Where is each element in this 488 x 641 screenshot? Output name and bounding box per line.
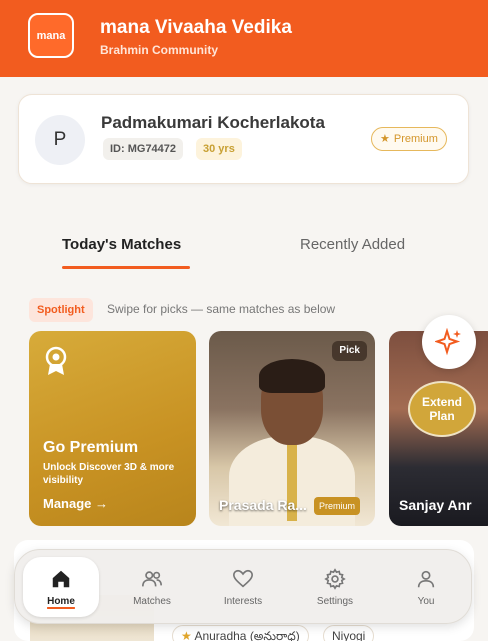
profile-name: Padmakumari Kocherlakota — [101, 113, 325, 132]
match-name: Sanjay Anr — [399, 497, 472, 513]
extend-plan-button[interactable]: Extend Plan — [408, 381, 476, 437]
star-icon: ★ — [181, 629, 195, 641]
app-header: mana mana Vivaaha Vedika Brahmin Communi… — [0, 0, 488, 77]
users-icon — [142, 571, 162, 587]
gear-icon — [324, 568, 346, 590]
go-premium-card[interactable]: Go Premium Unlock Discover 3D & more vis… — [29, 331, 196, 526]
match-card[interactable]: Pick Prasada Ra... Premium — [209, 331, 375, 526]
app-title: mana Vivaaha Vedika — [100, 17, 292, 38]
heart-icon — [233, 569, 253, 588]
nav-you-label: You — [417, 596, 435, 607]
go-premium-subtitle: Unlock Discover 3D & more visibility — [43, 462, 175, 486]
tab-recently-added[interactable]: Recently Added — [300, 236, 405, 253]
match-premium-badge: Premium — [314, 497, 361, 515]
nav-you[interactable]: You — [388, 550, 464, 625]
premium-badge[interactable]: ★ Premium — [371, 127, 447, 151]
match-tabs: Today's Matches Recently Added — [0, 225, 488, 275]
bottom-nav: Home Matches Interests Settings You — [14, 549, 472, 624]
nav-interests-label: Interests — [223, 596, 263, 607]
active-tab-indicator — [62, 266, 190, 269]
sparkle-icon — [435, 328, 461, 356]
nav-matches-label: Matches — [133, 596, 171, 607]
extend-plan-line2: Plan — [429, 409, 455, 423]
profile-card[interactable]: P Padmakumari Kocherlakota ID: MG74472 3… — [18, 94, 469, 184]
match-name: Prasada Ra... — [219, 497, 307, 513]
app-logo: mana — [28, 13, 74, 58]
manage-link[interactable]: Manage → — [43, 496, 108, 511]
nav-settings[interactable]: Settings — [297, 550, 373, 625]
nav-settings-label: Settings — [316, 596, 354, 607]
nav-home-label: Home — [47, 595, 75, 607]
nakshatra-label: Anuradha (అనురాధ) — [194, 629, 300, 641]
spotlight-tag: Spotlight — [29, 298, 93, 322]
person-icon — [417, 570, 435, 588]
app-subtitle: Brahmin Community — [100, 43, 219, 57]
community-chip: Niyogi — [323, 625, 375, 641]
go-premium-title: Go Premium — [43, 439, 139, 456]
manage-label: Manage — [43, 496, 92, 511]
extend-plan-line1: Extend — [421, 395, 462, 409]
profile-id-badge: ID: MG74472 — [103, 138, 184, 160]
tab-todays-matches[interactable]: Today's Matches — [62, 236, 181, 253]
profile-age-badge: 30 yrs — [196, 138, 242, 160]
avatar: P — [35, 115, 85, 165]
match-photo-hair — [259, 359, 325, 393]
nakshatra-chip: ★ Anuradha (అనురాధ) — [172, 625, 309, 641]
pick-tag: Pick — [332, 341, 367, 361]
nav-home[interactable]: Home — [23, 557, 99, 617]
ai-sparkle-button[interactable] — [422, 315, 476, 369]
star-icon: ★ — [380, 133, 390, 145]
premium-badge-label: Premium — [393, 133, 438, 145]
spotlight-hint: Swipe for picks — same matches as below — [107, 302, 336, 316]
award-icon — [45, 346, 67, 375]
home-icon — [52, 570, 70, 587]
nav-interests[interactable]: Interests — [205, 550, 281, 625]
arrow-right-icon: → — [95, 496, 109, 511]
nav-matches[interactable]: Matches — [114, 550, 190, 625]
